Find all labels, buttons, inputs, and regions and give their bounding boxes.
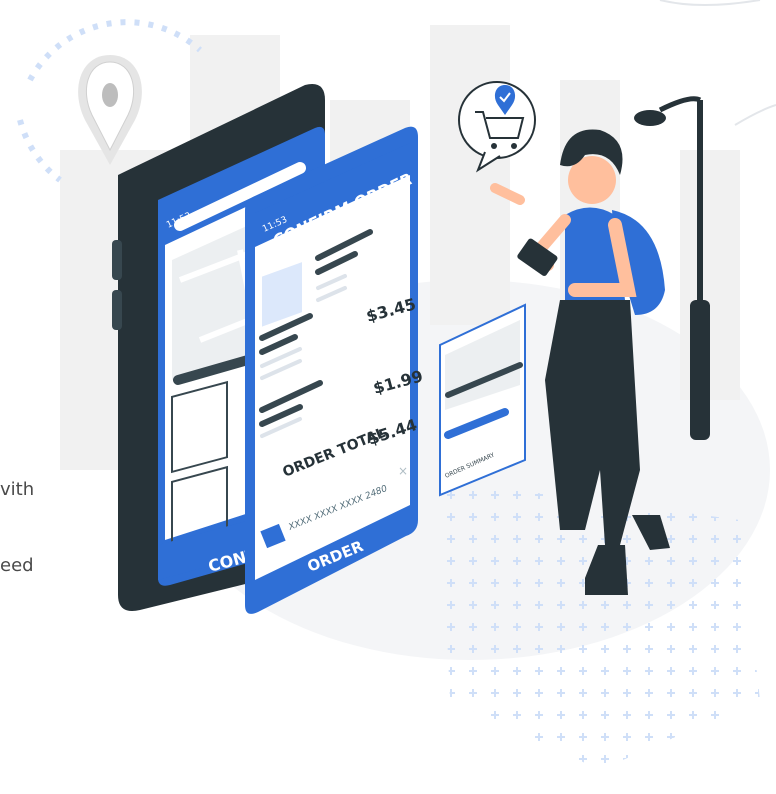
illustration-stage: vith eed CONT CONFIRM ORDER 11:53 $3.45 … [0,0,776,794]
location-pin-icon [78,55,142,165]
plus-pattern [440,480,760,770]
delivery-illustration: CONT 11:53 CONFIRM ORDER 11:53 $3.45 [17,0,776,770]
clear-icon: × [398,464,408,478]
